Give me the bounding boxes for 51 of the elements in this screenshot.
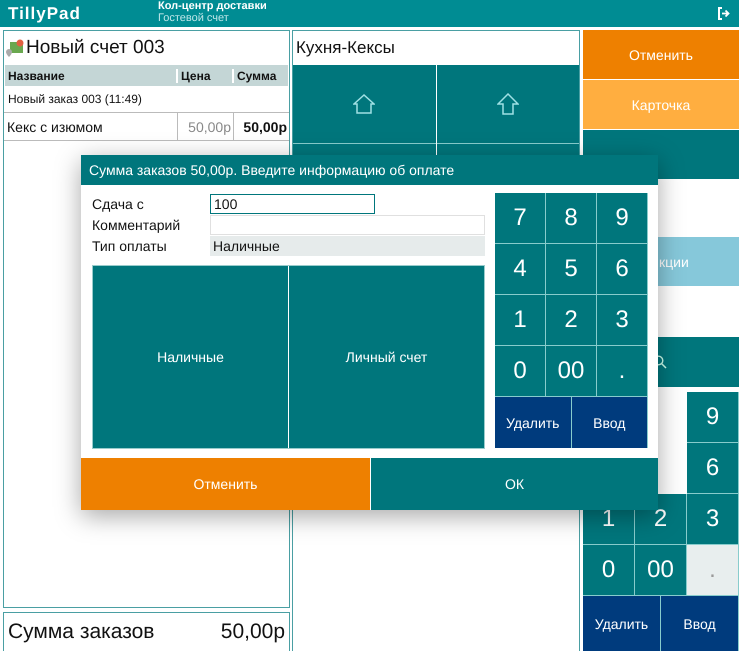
dialog-title: Сумма заказов 50,00р. Введите информацию об оплате: [81, 155, 658, 185]
enter-button[interactable]: Ввод: [572, 397, 648, 448]
logo: TillyPad: [7, 3, 82, 24]
keypad-key[interactable]: 4: [495, 244, 546, 295]
map-pin-icon: [6, 39, 24, 57]
enter-button[interactable]: Ввод: [661, 596, 739, 651]
keypad-key[interactable]: 0: [583, 545, 635, 596]
total-label: Сумма заказов: [8, 620, 154, 644]
delete-button[interactable]: Удалить: [583, 596, 661, 651]
keypad-key[interactable]: 0: [495, 346, 546, 397]
payment-type-field[interactable]: Наличные: [210, 236, 485, 256]
cancel-button[interactable]: Отменить: [81, 458, 370, 510]
keypad-key[interactable]: 9: [597, 193, 648, 244]
column-header: Цена: [176, 68, 232, 82]
field-label: Комментарий: [92, 216, 182, 232]
field-label: Сдача с: [92, 196, 145, 212]
input-field[interactable]: [210, 214, 485, 234]
item-sum: 50,00р: [233, 113, 289, 140]
ok-button[interactable]: ОК: [370, 458, 658, 510]
payment-type-button[interactable]: Личный счет: [289, 266, 484, 448]
order-group: Новый заказ 003 (11:49): [4, 86, 289, 113]
field-label: Тип оплаты: [92, 238, 168, 254]
keypad-key[interactable]: 9: [687, 392, 739, 443]
item-price: 50,00р: [177, 113, 233, 140]
payment-type-button[interactable]: Наличные: [93, 266, 288, 448]
menu-title: Кухня-Кексы: [295, 37, 396, 59]
header-title: Кол-центр доставки: [158, 0, 268, 12]
column-header: Название: [7, 68, 66, 82]
exit-icon[interactable]: [718, 7, 730, 20]
home-icon: [353, 94, 376, 114]
keypad-key[interactable]: 3: [597, 295, 648, 346]
bill-title: Новый счет 003: [26, 37, 165, 59]
keypad-key[interactable]: .: [597, 346, 648, 397]
column-header: Сумма: [232, 68, 288, 82]
keypad-key[interactable]: 2: [546, 295, 597, 346]
keypad-key[interactable]: 8: [546, 193, 597, 244]
keypad-key[interactable]: 6: [597, 244, 648, 295]
keypad-key[interactable]: 1: [495, 295, 546, 346]
header-subtitle: Гостевой счет: [158, 12, 230, 24]
keypad-key[interactable]: 6: [687, 443, 739, 494]
keypad-key[interactable]: 5: [546, 244, 597, 295]
keypad-key[interactable]: 00: [635, 545, 687, 596]
keypad-key[interactable]: 7: [495, 193, 546, 244]
item-name: Кекс с изюмом: [6, 118, 104, 134]
input-field[interactable]: 100: [210, 194, 375, 214]
total-value: 50,00р: [220, 620, 285, 644]
keypad-key[interactable]: 00: [546, 346, 597, 397]
up-arrow-icon: [496, 93, 519, 115]
keypad-key[interactable]: 3: [687, 494, 739, 545]
delete-button[interactable]: Удалить: [495, 397, 572, 448]
action-button[interactable]: Отменить: [583, 30, 739, 80]
